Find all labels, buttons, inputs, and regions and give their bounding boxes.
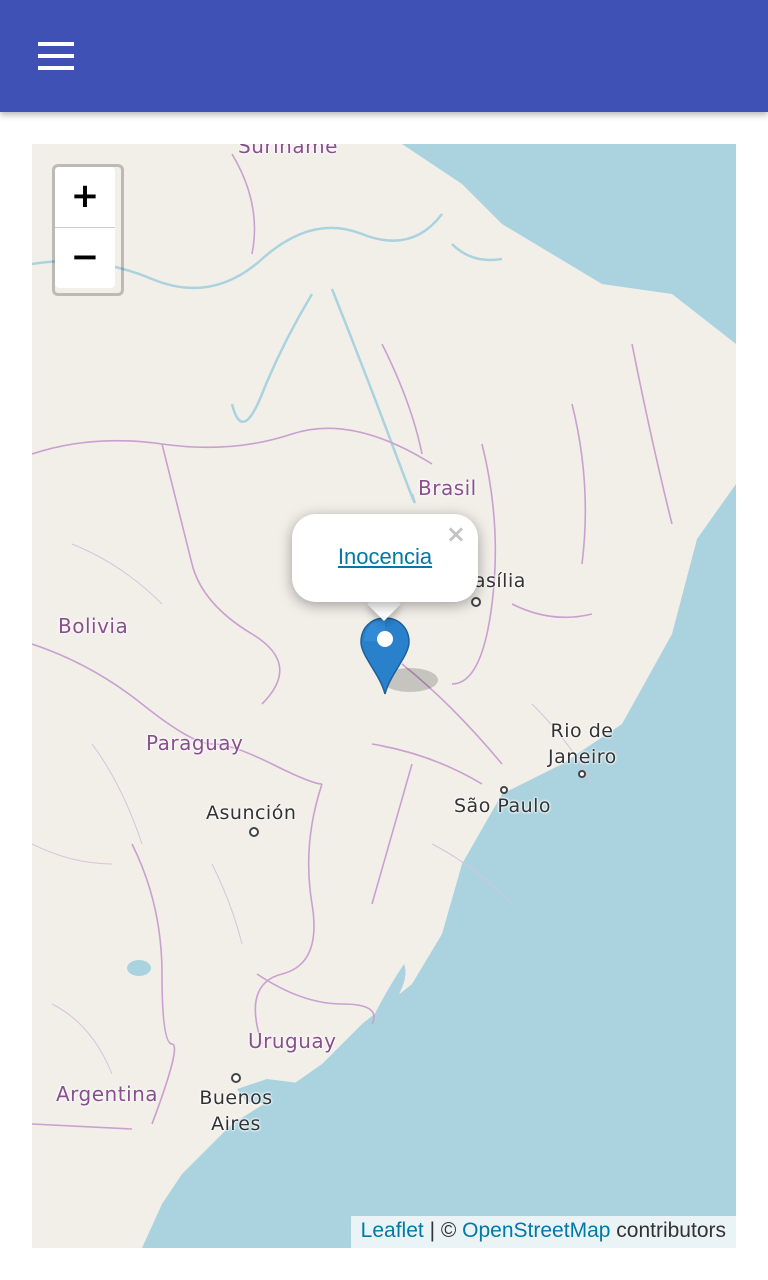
map-attribution: Leaflet | © OpenStreetMap contributors <box>350 1216 736 1248</box>
zoom-control: + − <box>52 164 124 296</box>
hamburger-menu-icon-bar <box>38 54 74 58</box>
attribution-suffix: contributors <box>610 1219 726 1242</box>
leaflet-link[interactable]: Leaflet <box>361 1219 424 1242</box>
label-uruguay: Uruguay <box>248 1029 337 1053</box>
label-rio-line1: Rio de <box>550 720 614 742</box>
label-bolivia: Bolivia <box>58 614 129 638</box>
zoom-in-button[interactable]: + <box>55 167 115 228</box>
popup-location-link[interactable]: Inocencia <box>292 544 478 570</box>
label-asuncion: Asunción <box>206 802 297 824</box>
marker-popup: × Inocencia <box>292 514 478 602</box>
label-rio-de-janeiro: Rio de Janeiro <box>548 718 616 770</box>
label-buenos-aires-line1: Buenos <box>199 1087 273 1109</box>
label-sao-paulo: São Paulo <box>454 795 552 817</box>
label-brasil: Brasil <box>418 476 477 500</box>
label-buenos-aires: Buenos Aires <box>196 1085 276 1137</box>
app-bar <box>0 0 768 112</box>
attribution-separator: | © <box>423 1219 463 1242</box>
menu-button[interactable] <box>28 32 84 80</box>
label-argentina: Argentina <box>56 1082 159 1106</box>
zoom-out-button[interactable]: − <box>55 228 115 288</box>
map-pin-icon[interactable] <box>358 614 448 698</box>
label-paraguay: Paraguay <box>146 731 244 755</box>
openstreetmap-link[interactable]: OpenStreetMap <box>462 1219 610 1242</box>
hamburger-menu-icon <box>38 42 74 46</box>
label-suriname: Suriname <box>238 144 338 158</box>
hamburger-menu-icon-bar <box>38 66 74 70</box>
label-buenos-aires-line2: Aires <box>211 1113 261 1135</box>
label-rio-line2: Janeiro <box>548 746 617 768</box>
map-view[interactable]: Suriname Brasil Brasília Bolivia Paragua… <box>32 144 736 1248</box>
